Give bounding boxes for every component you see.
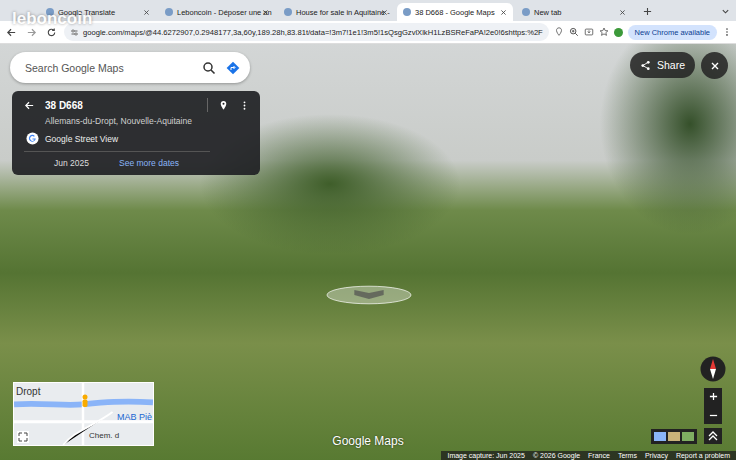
favicon-icon	[165, 8, 173, 16]
browser-tab[interactable]: Leboncoin - Déposer une an	[159, 3, 275, 21]
place-card: 38 D668 Allemans-du-Dropt, Nouvelle-Aqui…	[12, 91, 260, 175]
chevron-down-icon[interactable]	[721, 7, 730, 16]
close-icon[interactable]	[262, 9, 269, 16]
close-icon[interactable]	[143, 9, 150, 16]
forward-icon[interactable]	[26, 27, 37, 38]
google-maps-logo: Google Maps	[0, 434, 736, 448]
compass-icon[interactable]	[700, 356, 726, 382]
star-icon[interactable]	[599, 27, 609, 37]
attribution-link[interactable]: Privacy	[645, 452, 668, 459]
capture-date: Jun 2025	[54, 158, 89, 168]
layers-control[interactable]	[651, 429, 697, 444]
share-button[interactable]: Share	[630, 52, 695, 78]
attribution-link[interactable]: Report a problem	[676, 452, 730, 459]
map-label: Dropt	[16, 386, 40, 397]
zoom-in-icon[interactable]	[709, 392, 718, 401]
more-icon[interactable]	[239, 100, 250, 111]
back-icon[interactable]	[6, 27, 17, 38]
browser-tab[interactable]: 38 D668 - Google Maps	[397, 3, 513, 21]
tab-strip: Google Translate Leboncoin - Déposer une…	[0, 0, 736, 21]
favicon-icon	[403, 8, 411, 16]
close-icon[interactable]	[619, 9, 626, 16]
browser-window: Google Translate Leboncoin - Déposer une…	[0, 0, 736, 460]
fullscreen-icon[interactable]	[17, 431, 29, 443]
google-g-icon	[26, 132, 39, 145]
map-label: MAB Piè	[117, 412, 152, 422]
menu-icon[interactable]	[722, 27, 732, 37]
close-icon[interactable]	[500, 9, 507, 16]
close-button[interactable]	[701, 52, 728, 79]
toolbar: google.com/maps/@44.6272907,0.2948177,3a…	[0, 21, 736, 44]
reload-icon[interactable]	[46, 27, 57, 38]
pin-icon[interactable]	[218, 100, 229, 111]
location-icon[interactable]	[554, 27, 564, 37]
attribution-bar: Image capture: Jun 2025 © 2026 Google Fran…	[441, 451, 736, 460]
mini-map[interactable]: Dropt MAB Piè Chem. d	[13, 382, 154, 446]
browser-tab[interactable]: New tab	[516, 3, 632, 21]
attribution-link[interactable]: Image capture: Jun 2025	[447, 452, 524, 459]
close-icon[interactable]	[381, 9, 388, 16]
site-settings-icon[interactable]	[70, 28, 79, 37]
url-field[interactable]: google.com/maps/@44.6272907,0.2948177,3a…	[64, 23, 549, 41]
place-title: 38 D668	[45, 100, 197, 111]
map-label: Chem. d	[89, 431, 119, 440]
image-source: Google Street View	[24, 132, 250, 145]
search-box[interactable]: Search Google Maps	[10, 52, 250, 83]
street-view[interactable]: Search Google Maps Share 38 D668 Alleman…	[0, 44, 736, 460]
favicon-icon	[522, 8, 530, 16]
update-button[interactable]: New Chrome available	[628, 25, 717, 40]
zoom-icon[interactable]	[569, 27, 579, 37]
close-icon	[710, 61, 720, 71]
plus-icon[interactable]	[643, 7, 652, 16]
expand-up-icon[interactable]	[704, 428, 722, 444]
zoom-control[interactable]	[704, 388, 722, 424]
share-icon	[640, 60, 651, 71]
attribution-link[interactable]: © 2026 Google	[533, 452, 580, 459]
profile-avatar-icon[interactable]	[614, 28, 623, 37]
attribution-link[interactable]: Terms	[618, 452, 637, 459]
search-icon[interactable]	[202, 61, 216, 75]
place-address: Allemans-du-Dropt, Nouvelle-Aquitaine	[24, 116, 250, 126]
directions-icon[interactable]	[226, 61, 240, 75]
attribution-link[interactable]: France	[588, 452, 610, 459]
see-more-dates-link[interactable]: See more dates	[119, 158, 179, 168]
pegman-icon[interactable]	[80, 393, 90, 411]
browser-tab[interactable]: House for sale in Aquitaine -	[278, 3, 394, 21]
watermark: leboncoin	[12, 9, 92, 29]
favicon-icon	[284, 8, 292, 16]
cast-icon[interactable]	[584, 27, 594, 37]
back-arrow-icon[interactable]	[24, 100, 35, 111]
navigation-arrow-icon[interactable]	[325, 285, 413, 305]
zoom-out-icon[interactable]	[709, 411, 718, 420]
